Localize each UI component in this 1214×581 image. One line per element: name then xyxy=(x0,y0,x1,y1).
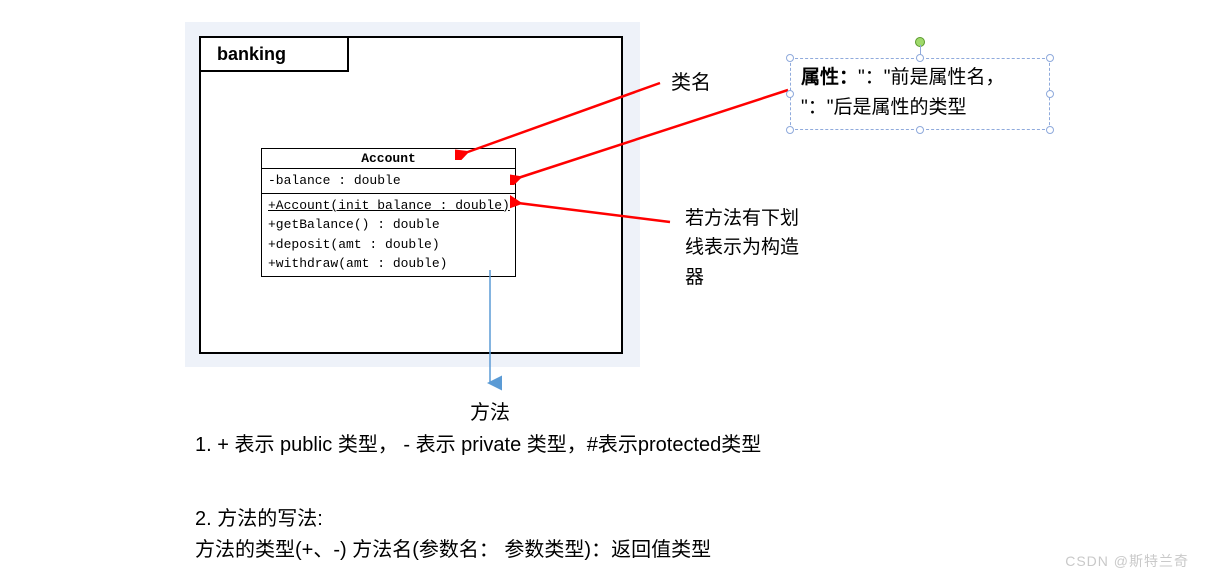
resize-handle[interactable] xyxy=(786,54,794,62)
note-line-2b: 方法的类型(+、-) 方法名(参数名： 参数类型)：返回值类型 xyxy=(195,535,711,566)
resize-handle[interactable] xyxy=(1046,90,1054,98)
resize-handle[interactable] xyxy=(786,90,794,98)
method-row: +getBalance() : double xyxy=(268,215,509,235)
attr-explain-line1: 属性："："前是属性名， xyxy=(801,63,1039,93)
watermark: CSDN @斯特兰奇 xyxy=(1065,551,1189,571)
label-method: 方法 xyxy=(470,396,510,425)
attribute-row: -balance : double xyxy=(268,171,509,191)
constructor-l1: 若方法有下划 xyxy=(685,204,799,233)
resize-handle[interactable] xyxy=(1046,126,1054,134)
resize-handle[interactable] xyxy=(916,54,924,62)
class-name-text: Account xyxy=(361,151,416,166)
uml-class: Account -balance : double +Account(init_… xyxy=(261,148,516,277)
class-name-cell: Account xyxy=(262,149,515,169)
label-constructor: 若方法有下划 线表示为构造 器 xyxy=(685,204,799,292)
note-line-1: 1. + 表示 public 类型， - 表示 private 类型，#表示pr… xyxy=(195,430,761,461)
attribute-explain-box[interactable]: 属性："："前是属性名， "："后是属性的类型 xyxy=(790,58,1050,130)
diagram-panel: banking Account -balance : double +Accou… xyxy=(185,22,640,367)
constructor-l2: 线表示为构造 xyxy=(685,233,799,262)
class-attributes: -balance : double xyxy=(262,169,515,194)
uml-package: banking Account -balance : double +Accou… xyxy=(199,36,623,354)
note-line-2a: 2. 方法的写法: xyxy=(195,504,323,535)
class-methods: +Account(init_balance : double) +getBala… xyxy=(262,194,515,276)
label-classname: 类名 xyxy=(671,66,711,95)
resize-handle[interactable] xyxy=(916,126,924,134)
attr-explain-line2: "："后是属性的类型 xyxy=(801,93,1039,123)
constructor-l3: 器 xyxy=(685,263,799,292)
package-name: banking xyxy=(199,36,349,72)
method-row: +withdraw(amt : double) xyxy=(268,254,509,274)
constructor-row: +Account(init_balance : double) xyxy=(268,196,509,216)
package-name-text: banking xyxy=(217,44,286,65)
resize-handle[interactable] xyxy=(1046,54,1054,62)
resize-handle[interactable] xyxy=(786,126,794,134)
method-row: +deposit(amt : double) xyxy=(268,235,509,255)
